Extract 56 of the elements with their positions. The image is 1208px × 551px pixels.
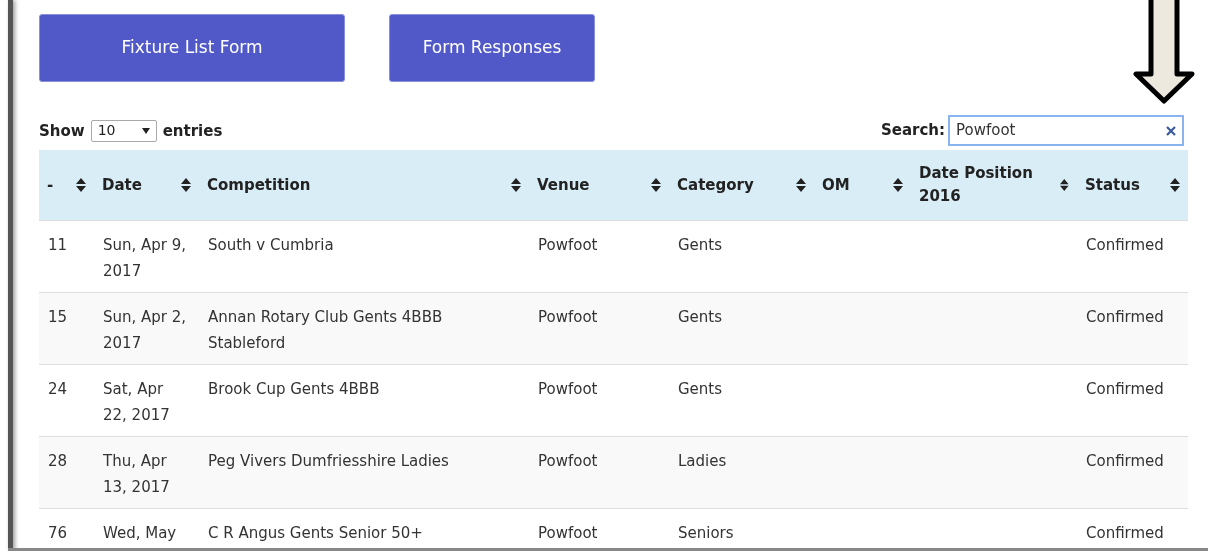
column-header[interactable]: Category	[677, 173, 754, 196]
column-header[interactable]: -	[47, 173, 54, 196]
sort-icon[interactable]	[511, 176, 521, 193]
table-cell: South v Cumbria	[208, 235, 334, 254]
table-cell: Brook Cup Gents 4BBB	[208, 379, 380, 398]
table-cell: Confirmed	[1086, 523, 1164, 542]
table-cell: Confirmed	[1086, 307, 1164, 326]
table-cell: Thu, Apr 13, 2017	[103, 451, 170, 496]
table-cell: 24	[48, 379, 68, 398]
sort-icon[interactable]	[76, 176, 86, 193]
table-cell: Peg Vivers Dumfriesshire Ladies	[208, 451, 449, 470]
table-cell: Powfoot	[538, 235, 598, 254]
column-header[interactable]: OM	[822, 173, 850, 196]
table-cell: Powfoot	[538, 523, 598, 542]
column-header[interactable]: Date Position 2016	[919, 162, 1057, 208]
table-cell: C R Angus Gents Senior 50+	[208, 523, 423, 542]
table-cell: Powfoot	[538, 379, 598, 398]
entries-select[interactable]: 10	[90, 119, 157, 142]
sort-icon[interactable]	[1170, 176, 1180, 193]
column-header[interactable]: Competition	[207, 173, 311, 196]
table-cell: Powfoot	[538, 307, 598, 326]
sort-icon[interactable]	[893, 176, 903, 193]
form-button[interactable]: Form Responses	[389, 14, 595, 82]
table-cell: Sun, Apr 2, 2017	[103, 307, 187, 352]
table-cell: Gents	[678, 379, 723, 398]
column-header[interactable]: Status	[1085, 173, 1140, 196]
entries-label: entries	[162, 120, 223, 142]
table-cell: Confirmed	[1086, 379, 1164, 398]
show-label: Show	[39, 120, 85, 142]
dropdown-caret-icon	[141, 127, 150, 134]
table-cell: Annan Rotary Club Gents 4BBB Stableford	[208, 307, 443, 352]
table-cell: Wed, May	[103, 523, 177, 542]
form-button[interactable]: Fixture List Form	[39, 14, 345, 82]
table-cell: 11	[48, 235, 68, 254]
sort-icon[interactable]	[796, 176, 806, 193]
sort-icon[interactable]	[181, 176, 191, 193]
table-cell: Sat, Apr 22, 2017	[103, 379, 170, 424]
clear-icon[interactable]	[1166, 125, 1176, 136]
table-cell: 15	[48, 307, 68, 326]
sort-icon[interactable]	[651, 176, 661, 193]
table-cell: Ladies	[678, 451, 727, 470]
sort-icon[interactable]	[1060, 176, 1069, 193]
table-cell: Powfoot	[538, 451, 598, 470]
table-cell: Sun, Apr 9, 2017	[103, 235, 187, 280]
table-cell: Confirmed	[1086, 451, 1164, 470]
table-cell: Seniors	[678, 523, 734, 542]
column-header[interactable]: Venue	[537, 173, 590, 196]
table-cell: 28	[48, 451, 68, 470]
table-cell: Gents	[678, 235, 723, 254]
down-arrow-icon	[1133, 0, 1195, 104]
table-cell: Gents	[678, 307, 723, 326]
search-field[interactable]: Powfoot	[948, 115, 1184, 146]
search-label: Search:	[880, 120, 945, 142]
column-header[interactable]: Date	[102, 173, 142, 196]
table-cell: 76	[48, 523, 68, 542]
table-cell: Confirmed	[1086, 235, 1164, 254]
